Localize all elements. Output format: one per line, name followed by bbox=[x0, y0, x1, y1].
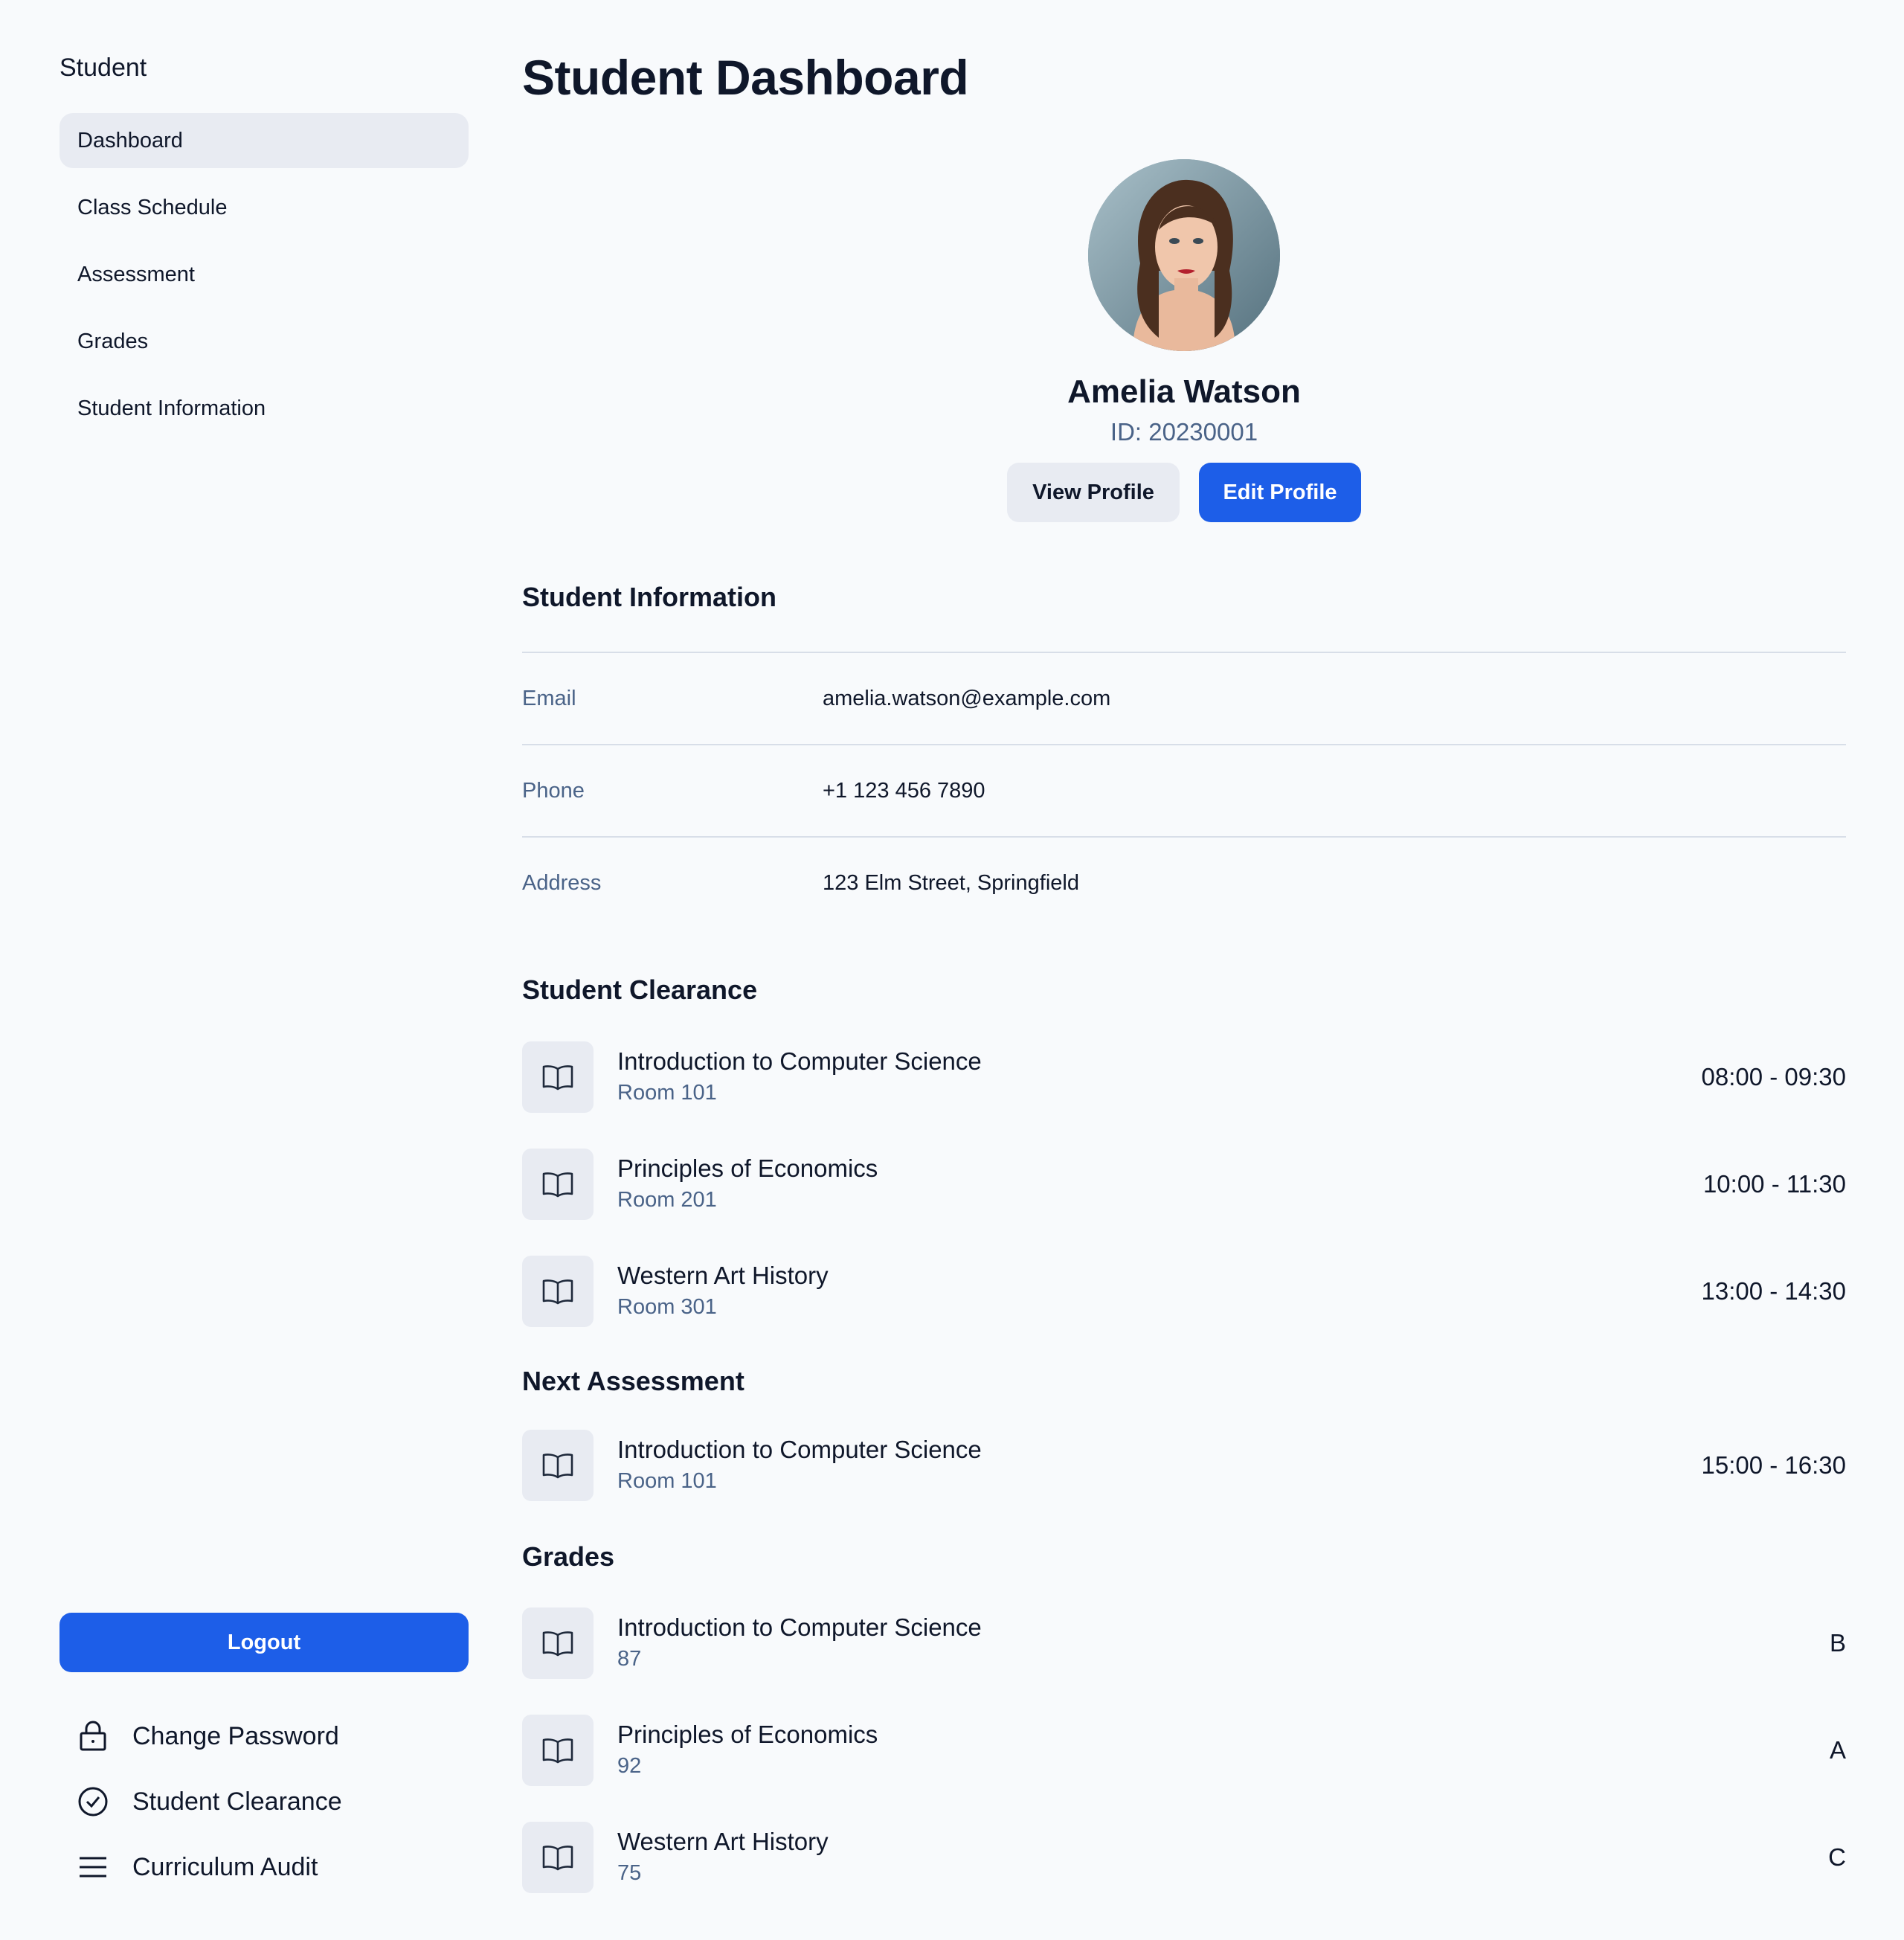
info-value: +1 123 456 7890 bbox=[823, 778, 985, 803]
info-row-phone: Phone +1 123 456 7890 bbox=[522, 744, 1846, 836]
course-room: Room 301 bbox=[617, 1295, 717, 1319]
item-text: Introduction to Computer Science 87 bbox=[617, 1613, 982, 1674]
book-icon bbox=[522, 1256, 594, 1327]
item-text: Western Art History Room 301 bbox=[617, 1261, 829, 1322]
info-value: 123 Elm Street, Springfield bbox=[823, 870, 1079, 895]
list-item[interactable]: Principles of Economics Room 201 10:00 -… bbox=[522, 1131, 1846, 1238]
profile-name: Amelia Watson bbox=[1067, 373, 1301, 410]
course-room: Room 201 bbox=[617, 1188, 717, 1212]
profile-card: Amelia Watson ID: 20230001 View Profile … bbox=[522, 159, 1846, 522]
student-clearance-link[interactable]: Student Clearance bbox=[77, 1769, 342, 1834]
profile-actions: View Profile Edit Profile bbox=[522, 463, 1846, 522]
info-label: Phone bbox=[522, 778, 585, 803]
app: Student Dashboard Class Schedule Assessm… bbox=[0, 0, 1904, 1940]
info-label: Email bbox=[522, 686, 576, 710]
item-text: Introduction to Computer Science Room 10… bbox=[617, 1435, 982, 1496]
list-item[interactable]: Introduction to Computer Science Room 10… bbox=[522, 1412, 1846, 1519]
list-item[interactable]: Introduction to Computer Science Room 10… bbox=[522, 1024, 1846, 1131]
course-room: Room 101 bbox=[617, 1081, 717, 1105]
info-row-address: Address 123 Elm Street, Springfield bbox=[522, 836, 1846, 928]
student-information-heading: Student Information bbox=[522, 582, 776, 612]
sidebar-item-class-schedule[interactable]: Class Schedule bbox=[60, 180, 469, 235]
avatar bbox=[1088, 159, 1280, 351]
info-row-email: Email amelia.watson@example.com bbox=[522, 652, 1846, 744]
course-score: 92 bbox=[617, 1754, 642, 1778]
grades-list: Introduction to Computer Science 87 B Pr… bbox=[522, 1590, 1846, 1911]
course-room: Room 101 bbox=[617, 1469, 717, 1493]
course-title: Western Art History bbox=[617, 1262, 829, 1289]
item-text: Principles of Economics 92 bbox=[617, 1720, 878, 1781]
course-time: 15:00 - 16:30 bbox=[1701, 1451, 1847, 1479]
list-item[interactable]: Principles of Economics 92 A bbox=[522, 1697, 1846, 1804]
student-clearance-heading: Student Clearance bbox=[522, 974, 758, 1005]
course-title: Western Art History bbox=[617, 1828, 829, 1855]
course-title: Principles of Economics bbox=[617, 1154, 878, 1182]
course-grade: C bbox=[1828, 1843, 1846, 1871]
list-item[interactable]: Introduction to Computer Science 87 B bbox=[522, 1590, 1846, 1697]
list-item[interactable]: Western Art History Room 301 13:00 - 14:… bbox=[522, 1238, 1846, 1345]
sidebar-title: Student bbox=[60, 54, 147, 82]
profile-id: ID: 20230001 bbox=[1110, 418, 1258, 446]
change-password-label: Change Password bbox=[132, 1721, 339, 1750]
logout-button[interactable]: Logout bbox=[60, 1613, 469, 1672]
course-title: Principles of Economics bbox=[617, 1721, 878, 1748]
course-time: 13:00 - 14:30 bbox=[1701, 1277, 1847, 1305]
curriculum-audit-label: Curriculum Audit bbox=[132, 1852, 318, 1881]
sidebar-item-grades[interactable]: Grades bbox=[60, 314, 469, 369]
course-time: 08:00 - 09:30 bbox=[1701, 1063, 1847, 1091]
course-grade: B bbox=[1829, 1629, 1846, 1657]
change-password-link[interactable]: Change Password bbox=[77, 1703, 342, 1769]
info-label: Address bbox=[522, 870, 602, 895]
next-assessment-heading: Next Assessment bbox=[522, 1366, 744, 1396]
curriculum-audit-link[interactable]: Curriculum Audit bbox=[77, 1834, 342, 1900]
course-grade: A bbox=[1829, 1736, 1846, 1764]
student-clearance-label: Student Clearance bbox=[132, 1787, 342, 1816]
edit-profile-button[interactable]: Edit Profile bbox=[1199, 463, 1361, 522]
list-item[interactable]: Western Art History 75 C bbox=[522, 1804, 1846, 1911]
book-icon bbox=[522, 1430, 594, 1501]
item-text: Introduction to Computer Science Room 10… bbox=[617, 1047, 982, 1108]
item-text: Principles of Economics Room 201 bbox=[617, 1154, 878, 1215]
course-title: Introduction to Computer Science bbox=[617, 1436, 982, 1463]
info-value: amelia.watson@example.com bbox=[823, 686, 1111, 710]
page-title: Student Dashboard bbox=[522, 50, 969, 105]
check-circle-icon bbox=[77, 1786, 109, 1817]
course-time: 10:00 - 11:30 bbox=[1702, 1170, 1846, 1198]
lock-icon bbox=[77, 1721, 109, 1752]
sidebar-item-student-information[interactable]: Student Information bbox=[60, 381, 469, 436]
clearance-list: Introduction to Computer Science Room 10… bbox=[522, 1024, 1846, 1345]
book-icon bbox=[522, 1607, 594, 1679]
book-icon bbox=[522, 1041, 594, 1113]
sidebar-item-assessment[interactable]: Assessment bbox=[60, 247, 469, 302]
book-icon bbox=[522, 1822, 594, 1893]
main-content: Student Dashboard Amelia Watson ID: 2023… bbox=[522, 0, 1846, 1940]
sidebar-bottom-links: Change Password Student Clearance Curric… bbox=[77, 1703, 342, 1900]
course-title: Introduction to Computer Science bbox=[617, 1613, 982, 1641]
menu-icon bbox=[77, 1851, 109, 1883]
book-icon bbox=[522, 1715, 594, 1786]
student-information-table: Email amelia.watson@example.com Phone +1… bbox=[522, 652, 1846, 928]
book-icon bbox=[522, 1149, 594, 1220]
sidebar: Student Dashboard Class Schedule Assessm… bbox=[60, 0, 469, 1940]
course-score: 75 bbox=[617, 1861, 642, 1885]
item-text: Western Art History 75 bbox=[617, 1827, 829, 1888]
view-profile-button[interactable]: View Profile bbox=[1007, 463, 1180, 522]
course-title: Introduction to Computer Science bbox=[617, 1047, 982, 1075]
grades-heading: Grades bbox=[522, 1541, 615, 1572]
sidebar-nav: Dashboard Class Schedule Assessment Grad… bbox=[60, 113, 469, 448]
course-score: 87 bbox=[617, 1647, 642, 1671]
assessment-list: Introduction to Computer Science Room 10… bbox=[522, 1412, 1846, 1519]
sidebar-item-dashboard[interactable]: Dashboard bbox=[60, 113, 469, 168]
